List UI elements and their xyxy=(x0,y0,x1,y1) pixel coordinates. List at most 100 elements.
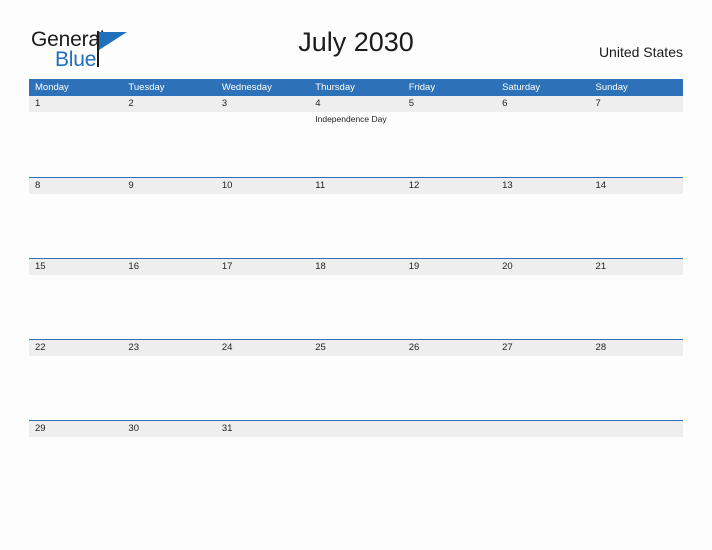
calendar-day-cell[interactable]: 8 xyxy=(29,178,123,258)
calendar-day-cell[interactable]: 29 xyxy=(29,421,123,501)
calendar-day-cell[interactable]: 20 xyxy=(496,259,590,339)
day-number-band: 24 xyxy=(215,340,310,356)
weekday-tuesday: Tuesday xyxy=(128,82,165,93)
day-number-band: 30 xyxy=(122,421,216,437)
day-number: 25 xyxy=(315,342,326,353)
calendar-day-cell[interactable] xyxy=(589,421,683,501)
day-number: 19 xyxy=(408,261,420,272)
weekday-saturday: Saturday xyxy=(502,82,541,93)
day-number-band: 25 xyxy=(309,340,403,356)
weekday-header-row: Monday Tuesday Wednesday Thursday Friday… xyxy=(29,79,683,96)
calendar-day-cell[interactable]: 24 xyxy=(215,340,310,420)
calendar-day-cell[interactable]: 9 xyxy=(122,178,216,258)
calendar-day-cell[interactable]: 12 xyxy=(402,178,497,258)
calendar-day-cell[interactable]: 7 xyxy=(589,96,683,177)
day-number: 12 xyxy=(408,180,420,191)
calendar-day-cell[interactable]: 16 xyxy=(122,259,216,339)
day-number-band: 2 xyxy=(122,96,216,112)
day-number-band: 31 xyxy=(215,421,310,437)
weekday-friday: Friday xyxy=(408,82,436,93)
calendar-weeks: 1 2 3 4 Independence Day 5 6 7 8 9 10 11 12 13 14 15 16 1… xyxy=(29,96,683,501)
calendar-day-cell[interactable]: 2 xyxy=(122,96,216,177)
weekday-monday: Monday xyxy=(35,82,69,93)
calendar-day-cell[interactable]: 19 xyxy=(402,259,497,339)
calendar-day-cell[interactable]: 23 xyxy=(122,340,216,420)
calendar-day-cell[interactable]: 28 xyxy=(589,340,683,420)
calendar-week-row: 22 23 24 25 26 27 28 xyxy=(29,339,683,420)
day-number: 13 xyxy=(502,180,513,191)
day-number-band: 15 xyxy=(29,259,123,275)
calendar-day-cell[interactable]: 31 xyxy=(215,421,310,501)
calendar-page: General Blue July 2030 United States Mon… xyxy=(0,0,712,550)
calendar-day-cell[interactable]: 11 xyxy=(309,178,403,258)
day-number: 3 xyxy=(221,98,228,109)
calendar-day-cell[interactable]: 10 xyxy=(215,178,310,258)
page-header: General Blue July 2030 United States xyxy=(29,22,683,72)
calendar-day-cell[interactable]: 25 xyxy=(309,340,403,420)
calendar-week-row: 8 9 10 11 12 13 14 xyxy=(29,177,683,258)
day-number-band: 1 xyxy=(29,96,123,112)
day-number: 6 xyxy=(502,98,508,109)
calendar-day-cell[interactable] xyxy=(402,421,497,501)
calendar-day-cell[interactable]: 21 xyxy=(589,259,683,339)
calendar-grid: Monday Tuesday Wednesday Thursday Friday… xyxy=(29,79,683,501)
calendar-day-cell[interactable]: 6 xyxy=(496,96,590,177)
weekday-wednesday: Wednesday xyxy=(221,82,272,93)
day-number: 17 xyxy=(221,261,233,272)
holiday-event: Independence Day xyxy=(315,114,387,124)
day-number-band: 16 xyxy=(122,259,216,275)
day-number: 26 xyxy=(408,342,420,353)
calendar-day-cell[interactable]: 22 xyxy=(29,340,123,420)
calendar-day-cell[interactable]: 27 xyxy=(496,340,590,420)
day-number: 24 xyxy=(221,342,233,353)
day-number-band xyxy=(589,421,683,437)
calendar-day-cell[interactable]: 5 xyxy=(402,96,497,177)
calendar-week-row: 1 2 3 4 Independence Day 5 6 7 xyxy=(29,96,683,177)
day-number-band: 21 xyxy=(589,259,683,275)
day-number-band xyxy=(402,421,497,437)
day-number-band: 28 xyxy=(589,340,683,356)
weekday-sunday: Sunday xyxy=(595,82,628,93)
calendar-day-cell[interactable]: 17 xyxy=(215,259,310,339)
day-number-band: 12 xyxy=(402,178,497,194)
calendar-day-cell[interactable]: 26 xyxy=(402,340,497,420)
day-number: 14 xyxy=(595,180,607,191)
day-number-band: 29 xyxy=(29,421,123,437)
day-number-band: 9 xyxy=(122,178,216,194)
calendar-day-cell[interactable]: 13 xyxy=(496,178,590,258)
day-number: 29 xyxy=(35,423,46,434)
day-number-band: 17 xyxy=(215,259,310,275)
day-number-band: 27 xyxy=(496,340,590,356)
calendar-day-cell[interactable]: 1 xyxy=(29,96,123,177)
calendar-day-cell[interactable] xyxy=(309,421,403,501)
day-number-band: 7 xyxy=(589,96,683,112)
day-number-band: 23 xyxy=(122,340,216,356)
day-number-band: 6 xyxy=(496,96,590,112)
day-number: 30 xyxy=(128,423,139,434)
day-number-band: 19 xyxy=(402,259,497,275)
day-number: 7 xyxy=(595,98,601,109)
calendar-day-cell[interactable]: 15 xyxy=(29,259,123,339)
calendar-day-cell[interactable]: 3 xyxy=(215,96,310,177)
day-number: 4 xyxy=(315,98,321,109)
day-number: 28 xyxy=(595,342,607,353)
day-number: 27 xyxy=(502,342,513,353)
day-number: 8 xyxy=(35,180,41,191)
calendar-day-cell[interactable]: 4 Independence Day xyxy=(309,96,403,177)
day-number: 5 xyxy=(408,98,414,109)
day-number-band: 10 xyxy=(215,178,310,194)
day-number: 10 xyxy=(221,180,233,191)
day-number: 18 xyxy=(315,261,326,272)
day-number-band: 3 xyxy=(215,96,310,112)
calendar-day-cell[interactable] xyxy=(496,421,590,501)
calendar-day-cell[interactable]: 18 xyxy=(309,259,403,339)
day-number: 21 xyxy=(595,261,607,272)
calendar-day-cell[interactable]: 14 xyxy=(589,178,683,258)
day-number: 23 xyxy=(128,342,139,353)
calendar-day-cell[interactable]: 30 xyxy=(122,421,216,501)
day-number-band: 20 xyxy=(496,259,590,275)
day-number: 22 xyxy=(35,342,46,353)
weekday-thursday: Thursday xyxy=(315,82,355,93)
day-number: 11 xyxy=(315,180,326,191)
day-number-band xyxy=(309,421,403,437)
